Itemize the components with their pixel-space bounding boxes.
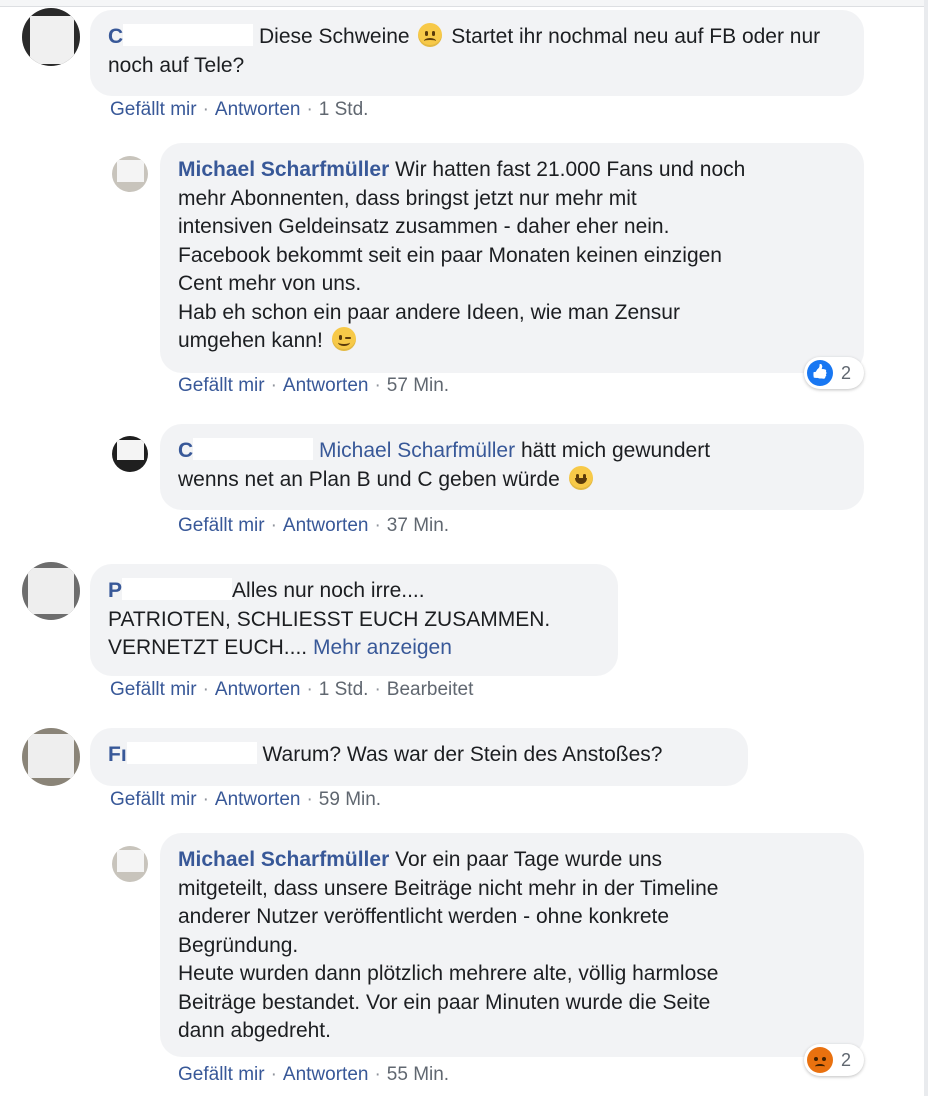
- comment-text: Hab eh schon ein paar andere Ideen, wie …: [178, 300, 680, 324]
- comment-actions: Gefällt mir · Antworten · 1 Std. · Bearbeitet: [110, 679, 474, 700]
- reaction-count-value: 2: [841, 362, 852, 383]
- comment-text: VERNETZT EUCH....: [108, 636, 308, 659]
- comment-author[interactable]: Michael Scharfmüller: [178, 848, 389, 871]
- comment-author[interactable]: C: [178, 439, 193, 462]
- comment-text: Facebook bekommt seit ein paar Monaten k…: [178, 243, 722, 267]
- avatar[interactable]: [112, 436, 148, 472]
- comment-bubble: Michael Scharfmüller Vor ein paar Tage w…: [160, 833, 864, 1057]
- comment-text: PATRIOTEN, SCHLIESST EUCH ZUSAMMEN.: [108, 607, 551, 631]
- reply-link[interactable]: Antworten: [215, 99, 301, 120]
- comment-author[interactable]: C: [108, 25, 123, 48]
- avatar[interactable]: [22, 8, 80, 66]
- timestamp[interactable]: 57 Min.: [387, 375, 449, 396]
- comment-bubble: C Michael Scharfmüller hätt mich gewunde…: [160, 424, 864, 510]
- scrollbar-track[interactable]: [924, 0, 928, 1096]
- like-link[interactable]: Gefällt mir: [178, 515, 265, 536]
- grinning-face-icon: [568, 465, 593, 490]
- redacted-name: [122, 578, 233, 600]
- like-icon: [807, 360, 833, 386]
- comment-bubble: C Diese Schweine Startet ihr nochmal neu…: [90, 10, 864, 96]
- like-link[interactable]: Gefällt mir: [110, 679, 197, 700]
- comment-text: mitgeteilt, dass unsere Beiträge nicht m…: [178, 876, 719, 900]
- timestamp[interactable]: 55 Min.: [387, 1064, 449, 1085]
- angry-icon: [807, 1047, 833, 1073]
- comment-text: hätt mich gewundert: [520, 439, 711, 462]
- reply-link[interactable]: Antworten: [283, 1064, 369, 1085]
- comment-text: intensiven Geldeinsatz zusammen - daher …: [178, 215, 670, 238]
- redacted-name: [193, 438, 314, 460]
- comment-actions: Gefällt mir · Antworten · 57 Min.: [178, 375, 450, 396]
- like-link[interactable]: Gefällt mir: [110, 99, 197, 120]
- comment-bubble: Fı Warum? Was war der Stein des Anstoßes…: [90, 728, 748, 786]
- like-link[interactable]: Gefällt mir: [178, 375, 265, 396]
- redacted-name: [123, 24, 254, 46]
- comment-actions: Gefällt mir · Antworten · 37 Min.: [178, 515, 450, 536]
- mention-link[interactable]: Michael Scharfmüller: [319, 439, 515, 462]
- angry-face-icon: [418, 23, 443, 47]
- comment-text: Wir hatten fast 21.000 Fans und noch: [395, 158, 746, 181]
- comment-author[interactable]: P: [108, 579, 122, 602]
- timestamp[interactable]: 1 Std.: [319, 679, 369, 700]
- like-link[interactable]: Gefällt mir: [178, 1064, 265, 1085]
- winking-face-icon: [331, 327, 356, 351]
- like-link[interactable]: Gefällt mir: [110, 789, 197, 810]
- reply-link[interactable]: Antworten: [283, 375, 369, 396]
- comment-text: Vor ein paar Tage wurde uns: [395, 848, 663, 871]
- comment-actions: Gefällt mir · Antworten · 1 Std.: [110, 99, 369, 120]
- timestamp[interactable]: 1 Std.: [319, 99, 369, 120]
- comment-text: umgehen kann!: [178, 329, 323, 352]
- comment-text: Alles nur noch irre....: [232, 579, 425, 602]
- comment-text: Warum? Was war der Stein des Anstoßes?: [262, 743, 663, 766]
- avatar[interactable]: [22, 728, 80, 786]
- comment-text: Beiträge bestandet. Vor ein paar Minuten…: [178, 990, 711, 1014]
- timestamp[interactable]: 37 Min.: [387, 515, 449, 536]
- comment-bubble: Michael Scharfmüller Wir hatten fast 21.…: [160, 143, 864, 373]
- comment-text: anderer Nutzer veröffentlicht werden - o…: [178, 905, 670, 928]
- avatar[interactable]: [22, 562, 80, 620]
- comment-actions: Gefällt mir · Antworten · 59 Min.: [110, 789, 382, 810]
- redacted-name: [126, 742, 257, 764]
- reaction-count[interactable]: 2: [804, 1044, 864, 1076]
- reaction-count-value: 2: [841, 1049, 852, 1070]
- comment-author[interactable]: Fı: [108, 743, 127, 766]
- comment-text: Begründung.: [178, 933, 299, 957]
- comment-text: mehr Abonnenten, dass bringst jetzt nur …: [178, 186, 637, 210]
- reply-link[interactable]: Antworten: [215, 679, 301, 700]
- reply-link[interactable]: Antworten: [215, 789, 301, 810]
- comment-actions: Gefällt mir · Antworten · 55 Min.: [178, 1064, 450, 1085]
- comment-bubble: P Alles nur noch irre.... PATRIOTEN, SCHL…: [90, 564, 618, 676]
- avatar[interactable]: [112, 156, 148, 192]
- top-border: [0, 0, 928, 7]
- see-more-link[interactable]: Mehr anzeigen: [313, 636, 452, 659]
- reply-link[interactable]: Antworten: [283, 515, 369, 536]
- avatar[interactable]: [112, 846, 148, 882]
- edited-label: Bearbeitet: [386, 679, 474, 700]
- comment-text: dann abgedreht.: [178, 1019, 331, 1042]
- comment-author[interactable]: Michael Scharfmüller: [178, 158, 389, 181]
- comment-text: Heute wurden dann plötzlich mehrere alte…: [178, 962, 719, 985]
- comment-text: wenns net an Plan B und C geben würde: [178, 467, 560, 491]
- reaction-count[interactable]: 2: [804, 357, 864, 389]
- comment-text: Cent mehr von uns.: [178, 272, 362, 295]
- comment-text: Diese Schweine: [259, 25, 410, 48]
- timestamp[interactable]: 59 Min.: [319, 789, 381, 810]
